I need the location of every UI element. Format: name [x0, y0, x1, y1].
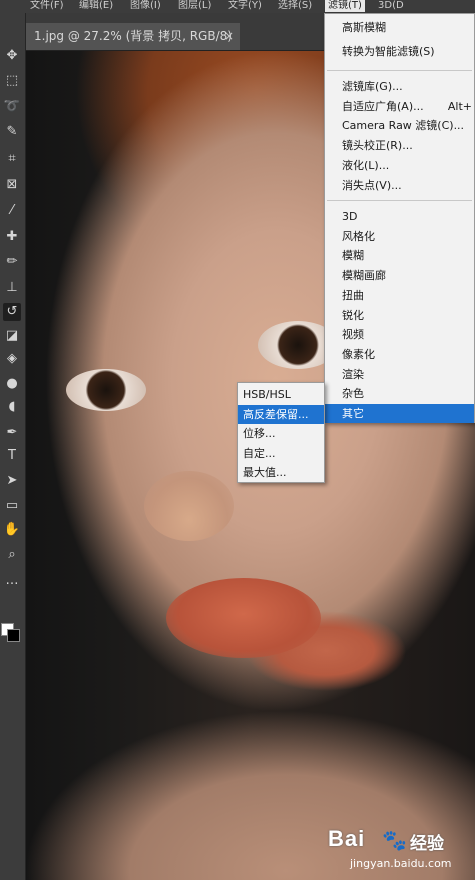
- menu-item-label: 扭曲: [342, 288, 364, 302]
- menu-separator: [327, 70, 472, 71]
- menu-item-label: 模糊画廊: [342, 269, 386, 283]
- menu-type[interactable]: 文字(Y): [228, 0, 262, 12]
- menu-image[interactable]: 图像(I): [130, 0, 161, 12]
- filter-menu-item[interactable]: 扭曲: [325, 286, 474, 305]
- menu-select[interactable]: 选择(S): [278, 0, 312, 12]
- photo-lips: [166, 578, 321, 658]
- paw-icon: 🐾: [382, 828, 407, 852]
- filter-menu-item[interactable]: 其它: [325, 404, 474, 423]
- crop-icon[interactable]: ⌗: [3, 150, 21, 168]
- filter-menu-item[interactable]: 3D: [325, 207, 474, 226]
- pen-icon[interactable]: ✒: [3, 424, 21, 442]
- menu-item-label: 镜头校正(R)...: [342, 139, 413, 153]
- type-icon[interactable]: T: [3, 447, 21, 465]
- menu-item-label: 自适应广角(A)...: [342, 99, 424, 113]
- menu-3d[interactable]: 3D(D: [378, 0, 404, 12]
- lasso-icon[interactable]: ➰: [3, 98, 21, 116]
- menu-item-label: 渲染: [342, 367, 364, 381]
- photo-nose: [144, 471, 234, 541]
- close-icon[interactable]: ×: [224, 23, 234, 50]
- menu-item-label: 模糊: [342, 249, 364, 263]
- dodge-icon[interactable]: ◖: [3, 398, 21, 416]
- menu-layer[interactable]: 图层(L): [178, 0, 211, 12]
- menu-item-label: 杂色: [342, 387, 364, 401]
- menu-item-label: 像素化: [342, 347, 375, 361]
- filter-menu-item[interactable]: 滤镜库(G)...: [325, 77, 474, 96]
- watermark-logo: Bai: [328, 826, 366, 851]
- watermark-url: jingyan.baidu.com: [350, 857, 452, 870]
- path-select-icon[interactable]: ➤: [3, 472, 21, 490]
- frame-icon[interactable]: ⊠: [3, 176, 21, 194]
- tools-panel: ✥ ⬚ ➰ ✎ ⌗ ⊠ ⁄ ✚ ✏ ⊥ ↺ ◪ ◈ ● ◖ ✒ T ➤ ▭ ✋ ⌕ …: [0, 13, 26, 880]
- filter-menu-item[interactable]: 自适应广角(A)... Alt+: [325, 97, 474, 116]
- submenu-item[interactable]: 位移...: [238, 424, 324, 443]
- marquee-icon[interactable]: ⬚: [3, 72, 21, 90]
- blur-icon[interactable]: ●: [3, 375, 21, 393]
- background-color-swatch[interactable]: [7, 629, 20, 642]
- clone-stamp-icon[interactable]: ⊥: [3, 279, 21, 297]
- menu-item-label: Camera Raw 滤镜(C)...: [342, 119, 465, 133]
- menu-item-label: 高斯模糊: [342, 21, 386, 34]
- filter-menu-item[interactable]: Camera Raw 滤镜(C)...: [325, 116, 474, 135]
- paint-bucket-icon[interactable]: ◈: [3, 350, 21, 368]
- menu-edit[interactable]: 编辑(E): [79, 0, 113, 12]
- more-tools-icon[interactable]: …: [3, 572, 21, 590]
- filter-menu-item[interactable]: 像素化: [325, 345, 474, 364]
- menu-item-label: 锐化: [342, 308, 364, 322]
- menu-item-label: 视频: [342, 328, 364, 342]
- history-brush-icon[interactable]: ↺: [3, 303, 21, 321]
- watermark-suffix: 经验: [410, 834, 444, 854]
- healing-brush-icon[interactable]: ✚: [3, 228, 21, 246]
- submenu-item[interactable]: 高反差保留...: [238, 404, 324, 424]
- menu-item-label: 液化(L)...: [342, 158, 390, 172]
- document-tab[interactable]: 1.jpg @ 27.2% (背景 拷贝, RGB/8) * ×: [26, 23, 240, 70]
- other-submenu: HSB/HSL 高反差保留... 位移... 自定... 最大值...: [237, 382, 325, 483]
- menu-item-label: 3D: [342, 210, 358, 223]
- brush-icon[interactable]: ✏: [3, 253, 21, 271]
- eraser-icon[interactable]: ◪: [3, 327, 21, 345]
- filter-menu-item[interactable]: 消失点(V)...: [325, 176, 474, 195]
- filter-menu-item[interactable]: 风格化: [325, 227, 474, 246]
- filter-menu-item[interactable]: 锐化: [325, 306, 474, 325]
- quick-select-icon[interactable]: ✎: [3, 123, 21, 141]
- rectangle-icon[interactable]: ▭: [3, 497, 21, 515]
- submenu-item[interactable]: HSB/HSL: [238, 385, 324, 404]
- filter-menu-item[interactable]: 模糊画廊: [325, 266, 474, 285]
- submenu-item[interactable]: 最大值...: [238, 463, 324, 482]
- menu-item-label: 其它: [342, 407, 364, 420]
- filter-menu-item[interactable]: 高斯模糊: [325, 18, 474, 37]
- menu-item-label: 滤镜库(G)...: [342, 80, 403, 93]
- filter-menu-item[interactable]: 转换为智能滤镜(S): [325, 42, 474, 61]
- hand-icon[interactable]: ✋: [3, 521, 21, 539]
- filter-menu-item[interactable]: 杂色: [325, 384, 474, 403]
- move-icon[interactable]: ✥: [3, 47, 21, 65]
- filter-menu-item[interactable]: 渲染: [325, 365, 474, 384]
- filter-menu-item[interactable]: 镜头校正(R)...: [325, 136, 474, 155]
- filter-menu: 高斯模糊转换为智能滤镜(S) 滤镜库(G)... 自适应广角(A)... Alt+ Ca…: [324, 13, 475, 423]
- zoom-icon[interactable]: ⌕: [3, 546, 21, 564]
- menu-separator: [327, 200, 472, 201]
- menu-item-shortcut: Alt+: [447, 99, 472, 113]
- menu-item-label: 转换为智能滤镜(S): [342, 45, 435, 58]
- filter-menu-item[interactable]: 视频: [325, 325, 474, 344]
- menu-item-label: 风格化: [342, 229, 375, 243]
- menu-bar: 文件(F) 编辑(E) 图像(I) 图层(L) 文字(Y) 选择(S) 滤镜(T…: [0, 0, 475, 13]
- filter-menu-item[interactable]: 模糊: [325, 246, 474, 265]
- menu-item-label: 消失点(V)...: [342, 178, 402, 192]
- submenu-item[interactable]: 自定...: [238, 444, 324, 463]
- menu-file[interactable]: 文件(F): [30, 0, 64, 12]
- eyedropper-icon[interactable]: ⁄: [3, 202, 21, 220]
- filter-menu-item[interactable]: 液化(L)...: [325, 156, 474, 175]
- menu-filter[interactable]: 滤镜(T): [325, 0, 365, 12]
- photo-left-eye: [66, 369, 146, 411]
- baidu-jingyan-watermark: Bai 🐾 经验 jingyan.baidu.com: [328, 826, 473, 874]
